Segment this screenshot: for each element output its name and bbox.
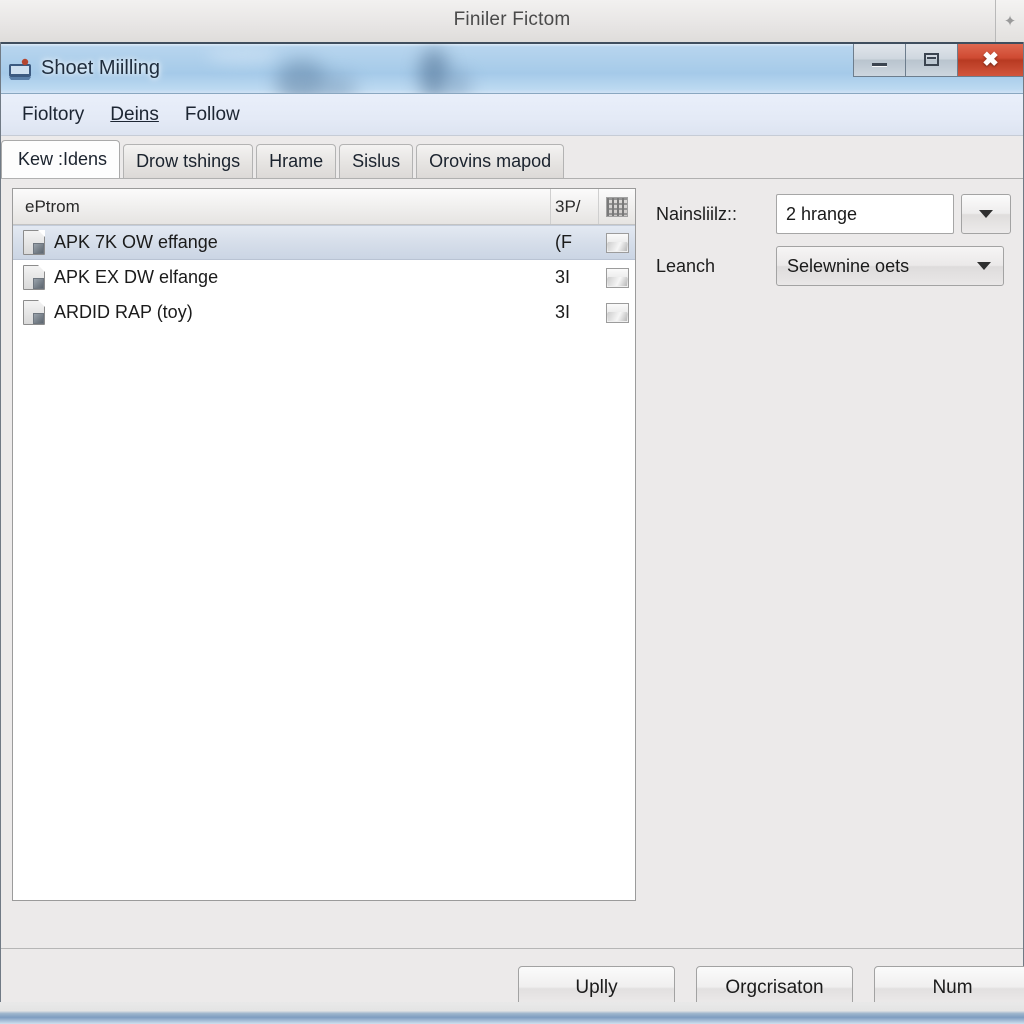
row-name-label: APK 7K OW effange [54,232,218,252]
application-icon [9,58,31,80]
field-label-nainsliilz: Nainsliilz:: [656,203,738,224]
tabstrip: Kew :Idens Drow tshings Hrame Sislus Oro… [1,136,1023,178]
table-row[interactable]: APK 7K OW effange (F [13,225,635,260]
glass-highlight [207,46,277,64]
row-size-cell: 3I [555,302,571,322]
field-row-nainsliilz: Nainsliilz:: 2 hrange [656,188,1016,240]
menu-item-deins[interactable]: Deins [97,102,172,128]
window-title: Shoet Miilling [41,57,160,79]
tab-content: ePtrom 3P/ APK 7K OW effange (F APK EX D… [1,178,1023,948]
titlebar[interactable]: Shoet Miilling ✖ [1,42,1023,94]
row-name-cell: APK 7K OW effange [13,230,551,255]
column-header-size[interactable]: 3P/ [551,189,599,224]
row-thumb-cell[interactable] [599,302,635,323]
document-icon [23,230,45,255]
table-row[interactable]: APK EX DW elfange 3I [13,260,635,295]
outer-window-title: Finiler Fictom [453,9,571,30]
menu-item-deins-label: Deins [110,103,159,125]
screen: Finiler Fictom ✦ Shoet Miilling ✖ Fiolto… [0,0,1024,1024]
restore-icon [924,53,939,66]
combo-split-nainsliilz: 2 hrange [776,194,1011,234]
list-header: ePtrom 3P/ [13,189,635,225]
minimize-button[interactable] [853,44,905,77]
outer-corner-icon[interactable]: ✦ [995,0,1024,43]
field-row-leanch: Leanch Selewnine oets [656,240,1016,292]
tab-kew-idens[interactable]: Kew :Idens [1,140,121,178]
thumbnail-icon [605,267,629,288]
application-window: Shoet Miilling ✖ Fioltory Deins Follow K… [0,42,1024,1024]
grid-icon [606,196,628,217]
document-icon [23,265,45,290]
restore-button[interactable] [905,44,957,77]
field-label-leanch: Leanch [656,255,716,276]
menu-item-fioltory[interactable]: Fioltory [9,102,97,128]
glass-blob [321,74,357,93]
thumbnail-icon [605,232,629,253]
table-row[interactable]: ARDID RAP (toy) 3I [13,295,635,330]
row-name-label: APK EX DW elfange [54,267,219,287]
menu-item-follow[interactable]: Follow [172,102,253,128]
row-thumb-cell[interactable] [599,232,635,253]
tab-drow-tshings[interactable]: Drow tshings [123,144,254,178]
row-name-label: ARDID RAP (toy) [54,302,193,322]
menubar: Fioltory Deins Follow [1,94,1023,136]
minimize-icon [872,62,887,66]
close-icon: ✖ [982,48,999,71]
glass-blob [276,60,328,93]
tab-orovins-mapod[interactable]: Orovins mapod [416,144,565,178]
leanch-selected-value: Selewnine oets [787,255,910,276]
row-name-cell: ARDID RAP (toy) [13,300,551,325]
nainsliilz-input[interactable]: 2 hrange [776,194,954,234]
thumbnail-icon [605,302,629,323]
tab-hrame[interactable]: Hrame [256,144,337,178]
chevron-down-icon [977,262,991,270]
document-icon [23,300,45,325]
column-header-thumb[interactable] [599,189,635,224]
close-button[interactable]: ✖ [957,44,1023,77]
column-header-name[interactable]: ePtrom [13,189,551,224]
file-list-panel[interactable]: ePtrom 3P/ APK 7K OW effange (F APK EX D… [12,188,636,901]
window-controls: ✖ [853,44,1023,77]
desktop-strip [0,1002,1024,1024]
nainsliilz-dropdown-button[interactable] [961,194,1011,234]
chevron-down-icon [979,210,993,218]
row-size-cell: (F [555,232,572,252]
row-thumb-cell[interactable] [599,267,635,288]
tab-sislus[interactable]: Sislus [339,144,414,178]
outer-window-titlebar: Finiler Fictom ✦ [0,0,1024,44]
row-name-cell: APK EX DW elfange [13,265,551,290]
glass-blob [447,70,471,93]
leanch-select[interactable]: Selewnine oets [776,246,1004,286]
row-size-cell: 3I [555,267,571,287]
glass-blob [419,48,449,93]
options-panel: Nainsliilz:: 2 hrange Leanch Selewnine o… [656,188,1016,292]
